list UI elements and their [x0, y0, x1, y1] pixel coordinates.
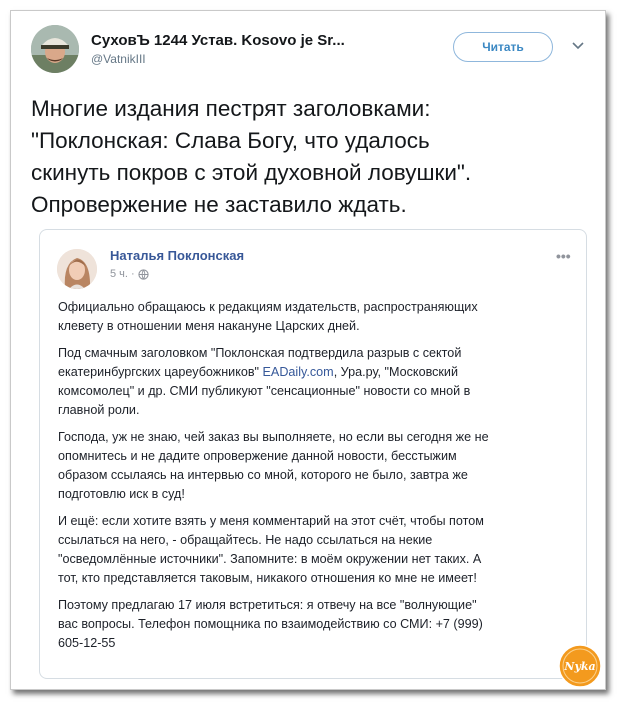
- post-line: комсомолец" и др. СМИ публикуют "сенсаци…: [58, 384, 471, 398]
- post-line: ссылаться на него, - обращайтесь. Не над…: [58, 533, 433, 547]
- post-paragraph: Поэтому предлагаю 17 июля встретиться: я…: [58, 596, 578, 653]
- author-handle[interactable]: @VatnikIII: [91, 52, 146, 66]
- post-line: 605-12-55: [58, 636, 116, 650]
- author-display-name[interactable]: СуховЪ 1244 Устав. Kosovo je Sr...: [91, 32, 345, 49]
- more-options-icon[interactable]: •••: [556, 248, 571, 264]
- chevron-down-icon[interactable]: [571, 39, 585, 53]
- follow-button[interactable]: Читать: [453, 32, 553, 62]
- tweet-text-line: Опровержение не заставило ждать.: [31, 192, 407, 217]
- meta-separator: ·: [130, 268, 135, 280]
- post-line: "осведомлённые источники". Запомните: в …: [58, 552, 482, 566]
- post-line: тот, кто представляется таковым, никаког…: [58, 571, 477, 585]
- author-avatar[interactable]: [31, 25, 79, 73]
- post-paragraph: И ещё: если хотите взять у меня коммента…: [58, 512, 578, 588]
- post-line: Поэтому предлагаю 17 июля встретиться: я…: [58, 598, 477, 612]
- post-text-span: екатеринбургских цареубожников": [58, 365, 263, 379]
- embedded-facebook-post[interactable]: Наталья Поклонская 5 ч. · ••• Официально…: [39, 229, 587, 679]
- tweet-text-line: "Поклонская: Слава Богу, что удалось: [31, 128, 430, 153]
- post-line: Под смачным заголовком "Поклонская подтв…: [58, 346, 462, 360]
- watermark-logo: Nyka: [558, 644, 602, 688]
- globe-icon: [138, 268, 149, 280]
- author-avatar-image: [31, 25, 79, 73]
- post-line: И ещё: если хотите взять у меня коммента…: [58, 514, 484, 528]
- post-paragraph: Под смачным заголовком "Поклонская подтв…: [58, 344, 578, 420]
- post-body: Официально обращаюсь к редакциям издател…: [58, 298, 578, 661]
- post-line: образом ссылаясь на интервью со мной, ко…: [58, 468, 468, 482]
- tweet-text-line: скинуть покров с этой духовной ловушки".: [31, 160, 472, 185]
- eadaily-link[interactable]: EADaily.com: [263, 365, 334, 379]
- tweet-card: СуховЪ 1244 Устав. Kosovo je Sr... @Vatn…: [10, 10, 606, 690]
- post-text-span: , Ура.ру, "Московский: [333, 365, 459, 379]
- post-line: вас вопросы. Телефон помощника по взаимо…: [58, 617, 483, 631]
- post-line: екатеринбургских цареубожников" EADaily.…: [58, 363, 578, 382]
- post-line: Официально обращаюсь к редакциям издател…: [58, 300, 478, 314]
- tweet-text: Многие издания пестрят заголовками: "Пок…: [31, 93, 591, 221]
- svg-text:Nyka: Nyka: [563, 660, 595, 673]
- tweet-text-line: Многие издания пестрят заголовками:: [31, 96, 431, 121]
- post-author-name[interactable]: Наталья Поклонская: [110, 248, 244, 263]
- post-line: клевету в отношении меня накануне Царски…: [58, 319, 360, 333]
- post-meta: 5 ч. ·: [110, 268, 149, 280]
- post-line: главной роли.: [58, 403, 140, 417]
- post-line: Господа, уж не знаю, чей заказ вы выполн…: [58, 430, 489, 444]
- follow-button-label: Читать: [482, 40, 524, 54]
- post-line: подготовлю иск в суд!: [58, 487, 185, 501]
- post-time[interactable]: 5 ч.: [110, 268, 128, 280]
- post-author-avatar-image: [57, 249, 97, 289]
- post-author-avatar[interactable]: [57, 249, 97, 289]
- post-paragraph: Официально обращаюсь к редакциям издател…: [58, 298, 578, 336]
- post-paragraph: Господа, уж не знаю, чей заказ вы выполн…: [58, 428, 578, 504]
- post-line: опомнитесь и не дадите опровержение данн…: [58, 449, 457, 463]
